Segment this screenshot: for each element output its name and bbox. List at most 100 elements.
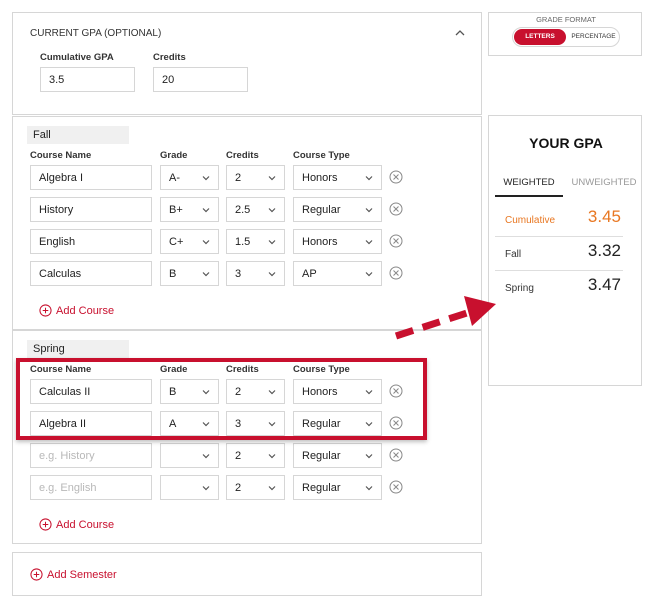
tab-weighted-label: WEIGHTED: [503, 177, 555, 188]
chevron-down-icon: [365, 208, 373, 213]
credits-value: 2: [235, 482, 242, 494]
current-gpa-title: CURRENT GPA (OPTIONAL): [30, 28, 162, 39]
grade-value: B: [169, 268, 177, 280]
chevron-down-icon: [202, 486, 210, 491]
grade-select[interactable]: [160, 443, 219, 468]
chevron-down-icon: [268, 486, 276, 491]
add-circle-icon: [30, 568, 43, 581]
tab-weighted[interactable]: WEIGHTED: [495, 177, 563, 197]
add-semester-button[interactable]: Add Semester: [30, 568, 117, 581]
credits-select[interactable]: 2: [226, 165, 285, 190]
add-circle-icon: [39, 304, 52, 317]
chevron-down-icon: [365, 240, 373, 245]
course-name-input[interactable]: History: [30, 197, 152, 222]
chevron-up-icon[interactable]: [454, 28, 466, 38]
add-semester-panel: Add Semester: [12, 552, 482, 596]
remove-course-icon[interactable]: [389, 480, 403, 494]
chevron-down-icon: [202, 240, 210, 245]
remove-course-icon[interactable]: [389, 266, 403, 280]
course-type-select[interactable]: Regular: [293, 475, 382, 500]
course-type-select[interactable]: Honors: [293, 165, 382, 190]
course-type-value: Honors: [302, 172, 338, 184]
credits-select[interactable]: 2: [226, 475, 285, 500]
remove-course-icon[interactable]: [389, 234, 403, 248]
gpa-row-value: 3.45: [587, 207, 621, 226]
chevron-down-icon: [202, 272, 210, 277]
col-grade: Grade: [160, 150, 188, 161]
course-type-select[interactable]: AP: [293, 261, 382, 286]
grade-select[interactable]: A-: [160, 165, 219, 190]
remove-course-icon[interactable]: [389, 448, 403, 462]
col-credits: Credits: [226, 150, 259, 161]
remove-course-icon[interactable]: [389, 202, 403, 216]
grade-format-panel: GRADE FORMAT LETTERS PERCENTAGE: [488, 12, 642, 56]
remove-course-icon[interactable]: [389, 170, 403, 184]
cumulative-gpa-label: Cumulative GPA: [40, 52, 114, 63]
current-gpa-panel: CURRENT GPA (OPTIONAL) Cumulative GPA 3.…: [12, 12, 482, 115]
credits-select[interactable]: 2.5: [226, 197, 285, 222]
chevron-down-icon: [365, 486, 373, 491]
fall-semester-title: Fall: [27, 126, 129, 144]
credits-select[interactable]: 2: [226, 443, 285, 468]
course-type-select[interactable]: Regular: [293, 197, 382, 222]
course-type-value: Regular: [302, 450, 341, 462]
grade-select[interactable]: [160, 475, 219, 500]
credits-value: 1.5: [235, 236, 251, 248]
arrow-icon: [394, 296, 496, 340]
chevron-down-icon: [268, 240, 276, 245]
gpa-row-label: Fall: [505, 249, 522, 260]
course-type-value: Regular: [302, 482, 341, 494]
add-course-label: Add Course: [56, 304, 115, 317]
percentage-option[interactable]: PERCENTAGE: [568, 29, 619, 45]
chevron-down-icon: [268, 176, 276, 181]
credits-value: 3: [235, 268, 242, 280]
add-course-label: Add Course: [56, 518, 115, 531]
course-type-select[interactable]: Regular: [293, 443, 382, 468]
grade-select[interactable]: B+: [160, 197, 219, 222]
add-course-button[interactable]: Add Course: [39, 518, 114, 531]
gpa-row-value: 3.32: [587, 241, 621, 260]
chevron-down-icon: [365, 272, 373, 277]
course-name-input[interactable]: Algebra I: [30, 165, 152, 190]
tab-unweighted-label: UNWEIGHTED: [571, 177, 637, 188]
course-type-value: AP: [302, 268, 317, 280]
grade-select[interactable]: B: [160, 261, 219, 286]
grade-format-toggle[interactable]: LETTERS PERCENTAGE: [512, 27, 620, 47]
credits-select[interactable]: 3: [226, 261, 285, 286]
your-gpa-panel: YOUR GPA WEIGHTED UNWEIGHTED Cumulative …: [488, 115, 642, 386]
course-name-input[interactable]: e.g. History: [30, 443, 152, 468]
grade-value: C+: [169, 236, 184, 248]
chevron-down-icon: [365, 454, 373, 459]
course-name-input[interactable]: e.g. English: [30, 475, 152, 500]
chevron-down-icon: [268, 454, 276, 459]
credits-select[interactable]: 1.5: [226, 229, 285, 254]
course-type-value: Regular: [302, 204, 341, 216]
col-course-type: Course Type: [293, 150, 350, 161]
credits-label: Credits: [153, 52, 186, 63]
course-name-input[interactable]: Calculas: [30, 261, 152, 286]
gpa-row-fall: Fall 3.32: [495, 237, 623, 271]
gpa-row-label: Spring: [505, 283, 534, 294]
chevron-down-icon: [268, 272, 276, 277]
cumulative-gpa-input[interactable]: 3.5: [40, 67, 135, 92]
add-circle-icon: [39, 518, 52, 531]
chevron-down-icon: [202, 454, 210, 459]
add-course-button[interactable]: Add Course: [39, 304, 114, 317]
col-course-name: Course Name: [30, 150, 92, 161]
grade-select[interactable]: C+: [160, 229, 219, 254]
chevron-down-icon: [202, 208, 210, 213]
spring-semester-title: Spring: [27, 340, 129, 358]
course-name-input[interactable]: English: [30, 229, 152, 254]
grade-value: B+: [169, 204, 183, 216]
letters-option[interactable]: LETTERS: [514, 29, 566, 45]
add-semester-label: Add Semester: [47, 568, 117, 581]
gpa-row-value: 3.47: [587, 275, 621, 294]
chevron-down-icon: [202, 176, 210, 181]
grade-format-title: GRADE FORMAT: [536, 15, 596, 24]
tab-unweighted[interactable]: UNWEIGHTED: [569, 177, 639, 197]
credits-input[interactable]: 20: [153, 67, 248, 92]
grade-value: A-: [169, 172, 180, 184]
course-type-select[interactable]: Honors: [293, 229, 382, 254]
gpa-row-spring: Spring 3.47: [495, 271, 623, 305]
chevron-down-icon: [268, 208, 276, 213]
